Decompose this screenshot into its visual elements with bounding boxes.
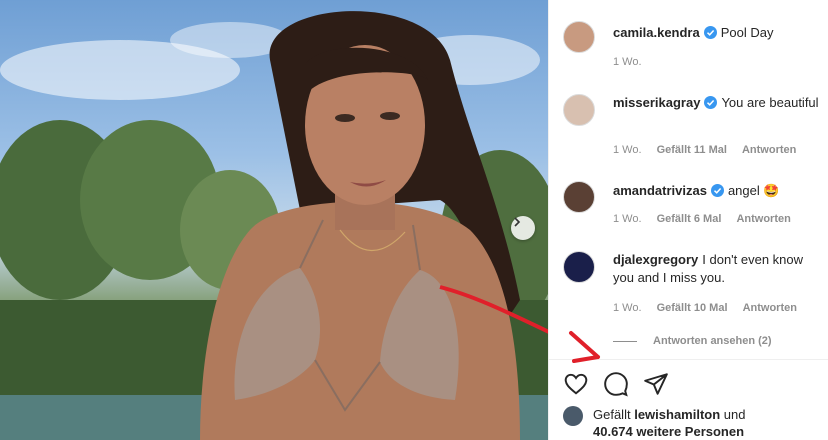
comments-panel: camila.kendra Pool Day 1 Wo. misserikagra… — [548, 0, 828, 440]
commenter-avatar[interactable] — [563, 251, 595, 283]
photo-illustration — [0, 11, 548, 440]
comment-username[interactable]: amandatrivizas — [613, 183, 707, 198]
comment-like-count[interactable]: Gefällt 11 Mal — [657, 144, 727, 156]
comment-reply-button[interactable]: Antworten — [743, 302, 797, 314]
verified-badge-icon — [703, 26, 717, 39]
comment-time[interactable]: 1 Wo. — [613, 302, 642, 314]
share-button[interactable] — [643, 371, 669, 397]
liked-by-others[interactable]: 40.674 weitere Personen — [593, 424, 744, 439]
commenter-avatar[interactable] — [563, 181, 595, 213]
comment-item: djalexgregory I don't even know you and I… — [563, 251, 823, 321]
like-button[interactable] — [563, 371, 589, 397]
comment-like-count[interactable]: Gefällt 6 Mal — [657, 213, 722, 225]
view-replies[interactable]: Antworten ansehen (2) — [613, 335, 772, 347]
author-avatar[interactable] — [563, 21, 595, 53]
chevron-right-icon — [514, 217, 521, 227]
heart-icon — [564, 373, 588, 395]
caption-text: Pool Day — [720, 25, 774, 40]
post-photo[interactable] — [0, 0, 548, 440]
verified-badge-icon — [704, 96, 718, 109]
comment-time[interactable]: 1 Wo. — [613, 144, 642, 156]
verified-badge-icon — [710, 184, 724, 197]
carousel-next-button[interactable] — [511, 216, 535, 240]
actions-divider — [549, 359, 828, 360]
comment-button[interactable] — [603, 371, 629, 397]
comment-time[interactable]: 1 Wo. — [613, 213, 642, 225]
comment-like-count[interactable]: Gefällt 10 Mal — [657, 302, 728, 314]
comment-icon — [604, 372, 628, 397]
comment-reply-button[interactable]: Antworten — [736, 213, 790, 225]
replies-line — [613, 340, 637, 342]
comment-meta: 1 Wo. Gefällt 10 Mal Antworten — [613, 302, 809, 314]
comment-item: misserikagray You are beautiful 1 Wo. Gef… — [563, 94, 823, 164]
liker-avatar[interactable] — [563, 406, 583, 426]
post-caption: camila.kendra Pool Day 1 Wo. — [563, 21, 823, 71]
liked-by-conj: und — [723, 407, 746, 422]
caption-meta: 1 Wo. — [613, 56, 654, 68]
comment-text: You are beautiful — [721, 95, 819, 110]
comment-meta: 1 Wo. Gefällt 11 Mal Antworten — [613, 144, 808, 156]
liked-by-user[interactable]: lewishamilton — [634, 407, 720, 422]
comment-item: amandatrivizas angel 🤩 1 Wo. Gefällt 6 Ma… — [563, 181, 823, 231]
share-icon — [644, 373, 668, 395]
comment-reply-button[interactable]: Antworten — [742, 144, 796, 156]
liked-by-prefix: Gefällt — [593, 407, 631, 422]
comment-username[interactable]: djalexgregory — [613, 252, 698, 267]
view-replies-label[interactable]: Antworten ansehen (2) — [653, 335, 772, 347]
post-actions — [563, 371, 669, 397]
comment-meta: 1 Wo. Gefällt 6 Mal Antworten — [613, 213, 803, 225]
commenter-avatar[interactable] — [563, 94, 595, 126]
comment-username[interactable]: misserikagray — [613, 95, 700, 110]
author-username[interactable]: camila.kendra — [613, 25, 700, 40]
caption-time[interactable]: 1 Wo. — [613, 56, 642, 68]
comment-text: angel 🤩 — [727, 183, 780, 198]
